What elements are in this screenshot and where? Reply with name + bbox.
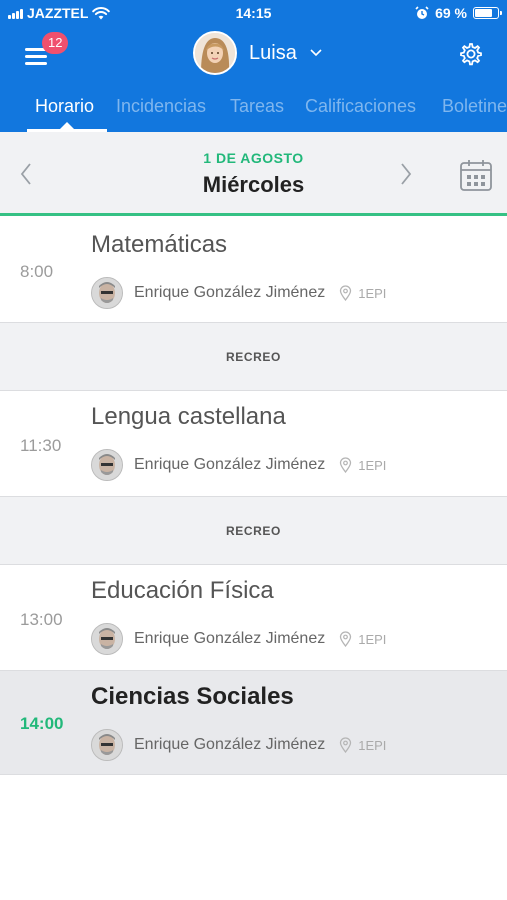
teacher-name: Enrique González Jiménez bbox=[134, 456, 326, 473]
teacher-name: Enrique González Jiménez bbox=[134, 736, 326, 753]
location-pin-icon bbox=[340, 457, 352, 473]
teacher-avatar bbox=[91, 277, 123, 309]
section-tabs: Horario Incidencias Tareas Calificacione… bbox=[0, 84, 507, 132]
class-time: 13:00 bbox=[20, 610, 63, 629]
class-row[interactable]: 11:30 Lengua castellana Enrique González… bbox=[0, 391, 507, 497]
alarm-icon bbox=[415, 6, 429, 19]
teacher-name: Enrique González Jiménez bbox=[134, 630, 326, 647]
battery-group: 69 % bbox=[415, 5, 502, 21]
class-time: 11:30 bbox=[20, 436, 62, 455]
class-subject: Educación Física bbox=[91, 577, 274, 604]
notification-badge[interactable]: 12 bbox=[42, 32, 69, 54]
break-row: RECREO bbox=[0, 323, 507, 391]
active-tab-caret bbox=[60, 122, 74, 129]
location-pin-icon bbox=[340, 285, 352, 301]
break-row: RECREO bbox=[0, 497, 507, 565]
room-label: 1EPI bbox=[358, 737, 387, 753]
location-pin-icon bbox=[340, 737, 352, 753]
teacher-avatar bbox=[91, 449, 123, 481]
room-label: 1EPI bbox=[358, 285, 387, 301]
tab-tareas[interactable]: Tareas bbox=[230, 96, 284, 117]
chevron-down-icon bbox=[310, 49, 322, 57]
profile-switcher[interactable]: Luisa bbox=[193, 30, 323, 76]
calendar-icon bbox=[460, 160, 492, 191]
class-row-current[interactable]: 14:00 Ciencias Sociales Enrique González… bbox=[0, 671, 507, 775]
app-header: 12 Luisa bbox=[0, 28, 507, 84]
class-row[interactable]: 13:00 Educación Física Enrique González … bbox=[0, 565, 507, 671]
date-label: 1 DE AGOSTO bbox=[203, 150, 304, 166]
class-time: 8:00 bbox=[20, 262, 54, 281]
class-subject: Ciencias Sociales bbox=[91, 683, 294, 710]
gear-icon bbox=[460, 43, 482, 66]
teacher-info: Enrique González Jiménez 1EPI bbox=[91, 623, 386, 655]
class-row[interactable]: 8:00 Matemáticas Enrique González Jiméne… bbox=[0, 219, 507, 323]
teacher-info: Enrique González Jiménez 1EPI bbox=[91, 729, 386, 761]
class-subject: Matemáticas bbox=[91, 231, 228, 258]
battery-icon bbox=[473, 7, 502, 19]
calendar-button[interactable] bbox=[459, 158, 493, 192]
tab-calificaciones[interactable]: Calificaciones bbox=[305, 96, 416, 117]
teacher-info: Enrique González Jiménez 1EPI bbox=[91, 449, 386, 481]
next-day-button[interactable] bbox=[394, 160, 418, 188]
room-label: 1EPI bbox=[358, 457, 387, 473]
weekday-label: Miércoles bbox=[202, 172, 305, 197]
user-avatar bbox=[193, 31, 237, 75]
class-subject: Lengua castellana bbox=[91, 403, 286, 430]
user-name: Luisa bbox=[249, 41, 297, 64]
settings-button[interactable] bbox=[457, 40, 485, 68]
tab-boletines[interactable]: Boletine bbox=[442, 96, 507, 117]
battery-percent: 69 % bbox=[435, 5, 467, 21]
chevron-right-icon bbox=[401, 163, 412, 185]
class-time: 14:00 bbox=[20, 714, 64, 733]
date-navigator: 1 DE AGOSTO Miércoles bbox=[0, 132, 507, 216]
tab-incidencias[interactable]: Incidencias bbox=[116, 96, 206, 117]
teacher-avatar bbox=[91, 623, 123, 655]
teacher-avatar bbox=[91, 729, 123, 761]
status-bar: JAZZTEL 14:15 69 % bbox=[0, 0, 507, 28]
teacher-name: Enrique González Jiménez bbox=[134, 284, 326, 301]
app-screen: JAZZTEL 14:15 69 % 12 Luisa Horario Inci… bbox=[0, 0, 507, 900]
location-pin-icon bbox=[340, 631, 352, 647]
teacher-info: Enrique González Jiménez 1EPI bbox=[91, 277, 386, 309]
tab-horario[interactable]: Horario bbox=[35, 96, 94, 117]
room-label: 1EPI bbox=[358, 631, 387, 647]
